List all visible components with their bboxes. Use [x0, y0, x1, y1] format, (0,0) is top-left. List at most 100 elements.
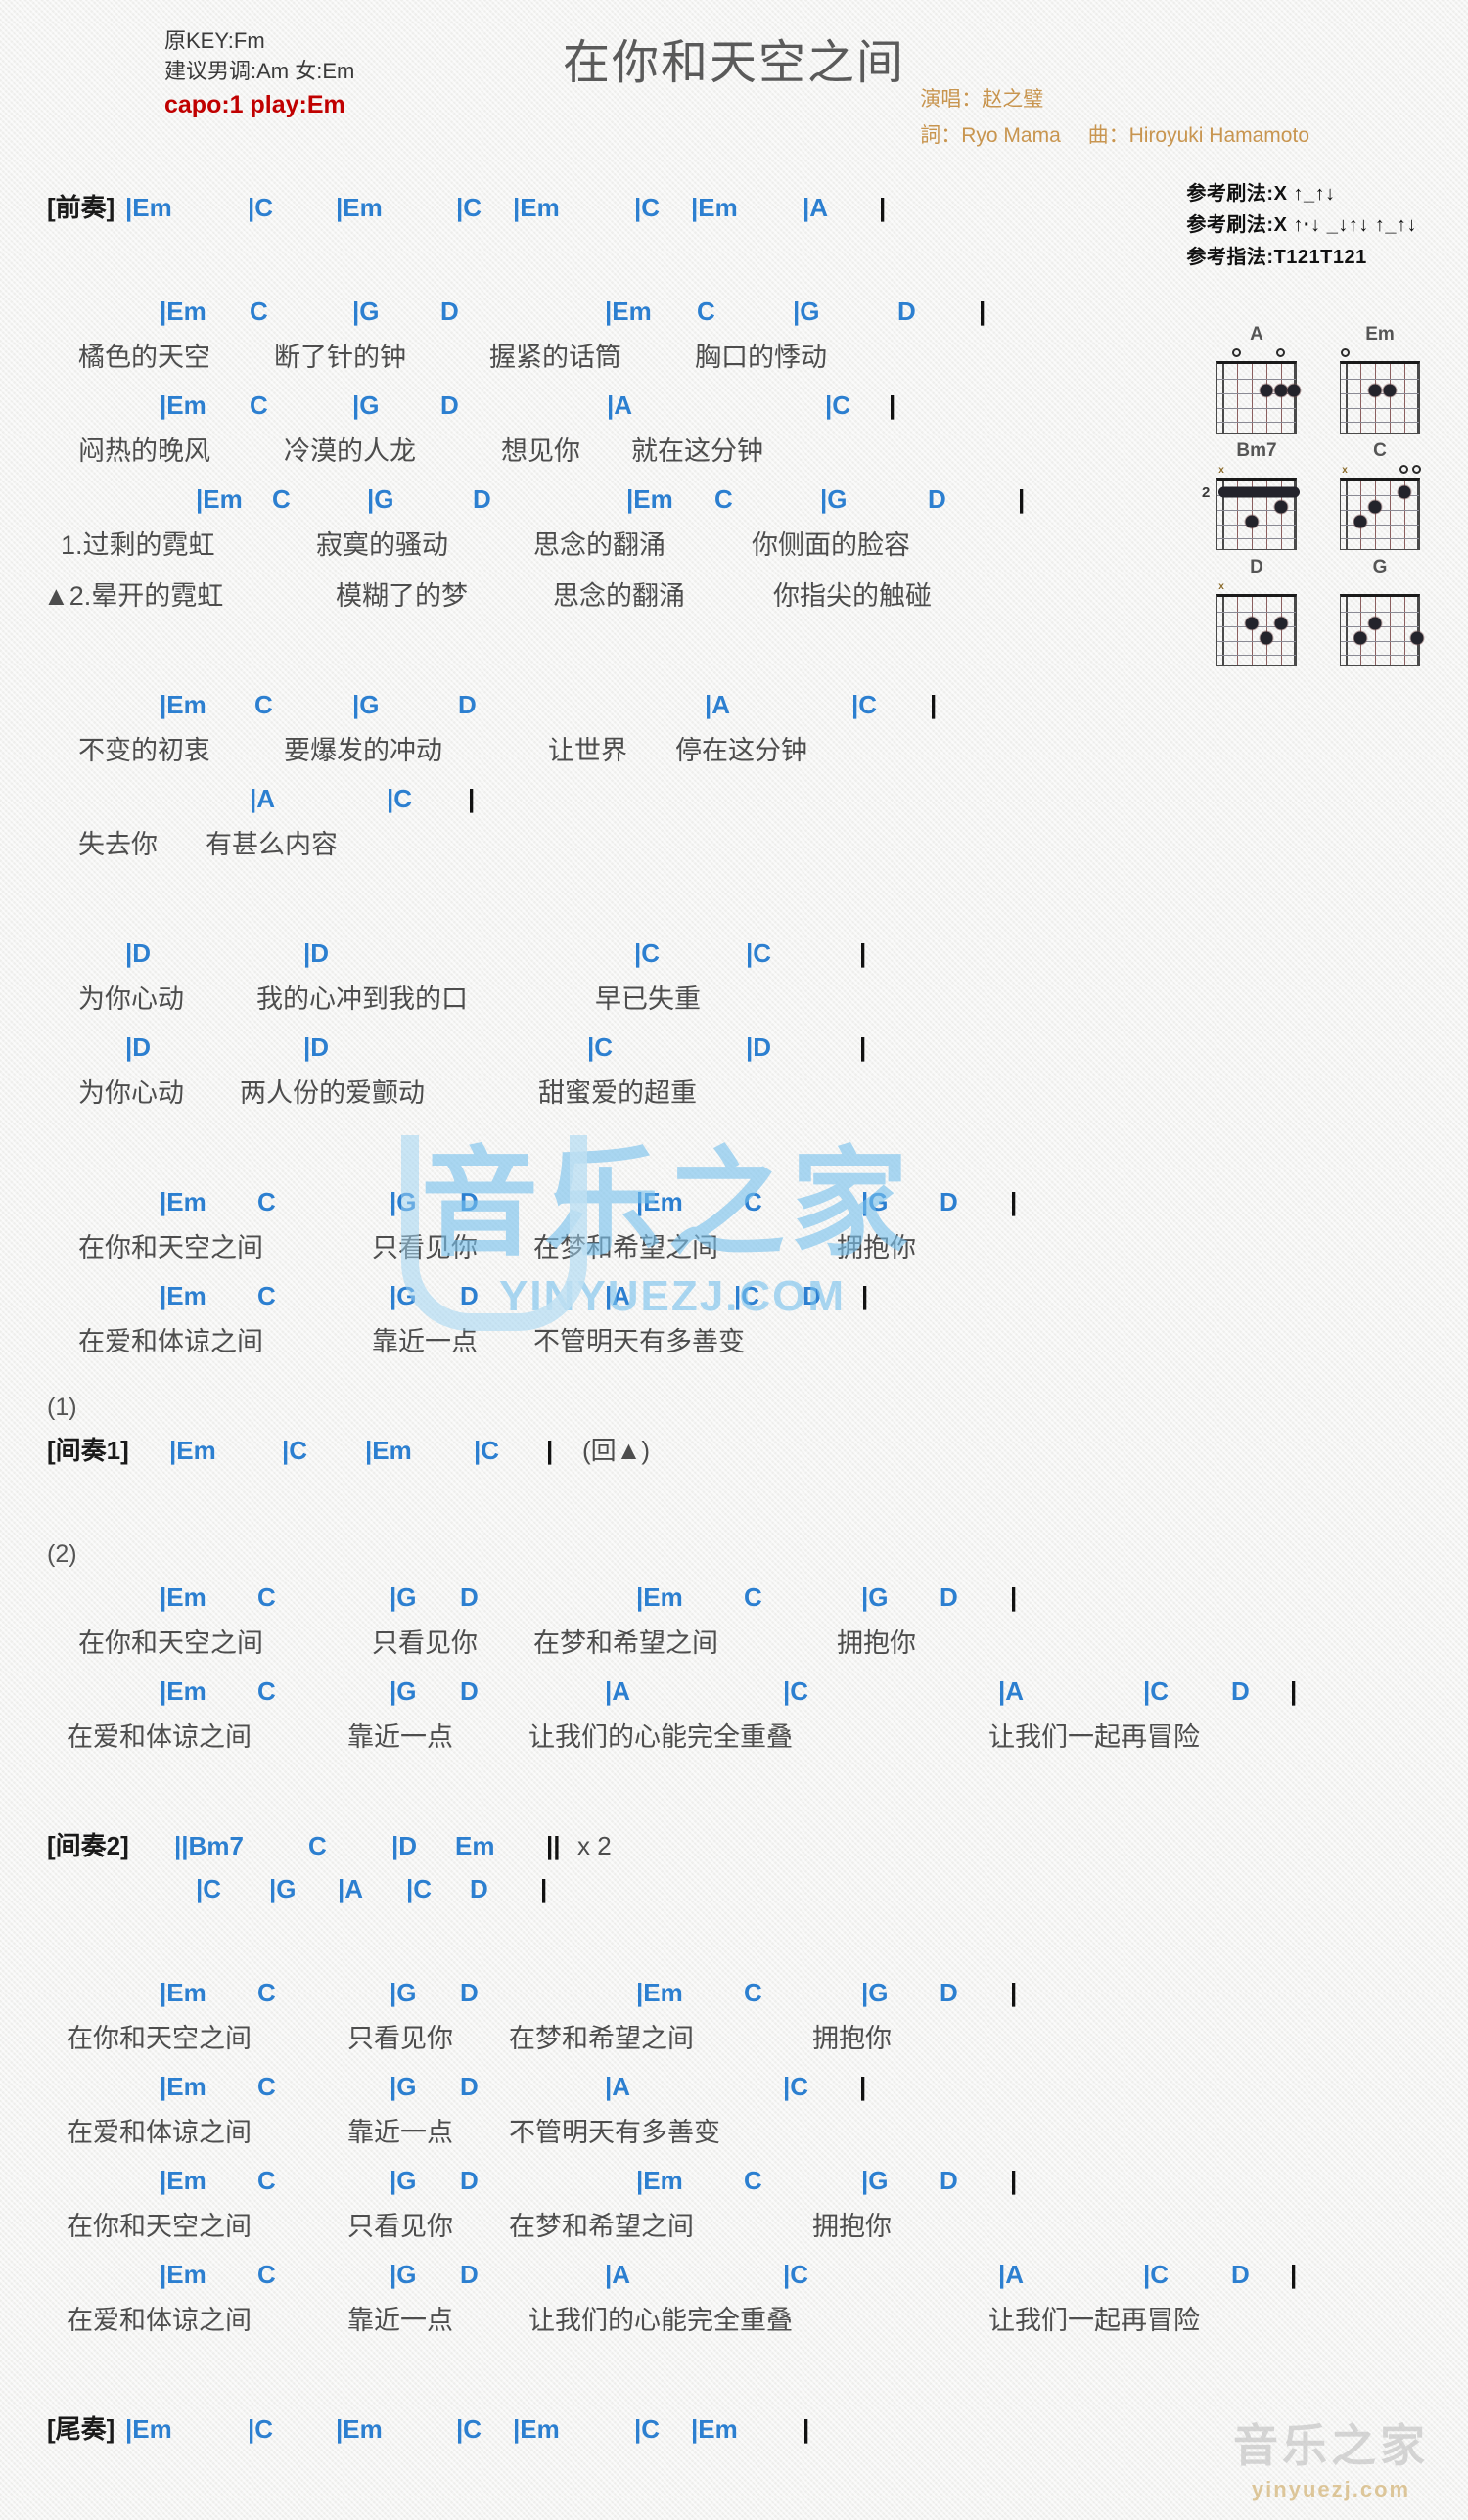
chord-symbol: |Em — [196, 484, 243, 514]
chord-symbol: |Em — [636, 1978, 683, 2007]
credits-block: 演唱：赵之璧 詞：Ryo Mama 曲：Hiroyuki Hamamoto — [920, 82, 1331, 155]
chord-diagram-row: A Em — [1206, 323, 1431, 434]
lyric-line: 不变的初衷 要爆发的冲动 让世界 停在这分钟 — [0, 726, 1155, 777]
watermark-corner-text: 音乐之家 — [1233, 2420, 1429, 2471]
chord-line: |Em C |G D |Em C |G D | — [0, 1576, 1155, 1619]
chord-symbol: |C — [783, 2260, 809, 2289]
chord-symbol: |C — [474, 1436, 500, 1465]
bar-line: | — [546, 1436, 554, 1465]
chord-symbol: |G — [390, 1281, 417, 1310]
chord-symbol: |Em — [636, 1187, 683, 1216]
chord-symbol: |Em — [160, 1281, 206, 1310]
chord-symbol: |Em — [169, 1436, 216, 1465]
lyric-text: 拥抱你 — [837, 1628, 916, 1658]
bar-line: | — [1010, 1187, 1018, 1216]
lyric-text: 甜蜜爱的超重 — [538, 1078, 697, 1108]
open-string-marks: x — [1216, 463, 1297, 478]
chord-symbol: C — [257, 1676, 276, 1706]
lyric-text: 闷热的晚风 — [78, 436, 210, 466]
chord-symbol: |G — [352, 690, 380, 719]
fretboard — [1216, 361, 1301, 434]
chord-symbol: |Em — [691, 193, 738, 222]
chord-symbol: |C — [783, 1676, 809, 1706]
lyric-text: 拥抱你 — [812, 2212, 892, 2241]
lyric-text: 不管明天有多善变 — [509, 2118, 720, 2147]
chord-symbol: |G — [390, 2260, 417, 2289]
chord-symbol: |G — [367, 484, 394, 514]
capo-info: capo:1 play:Em — [164, 91, 345, 119]
fretboard — [1340, 361, 1420, 434]
bar-line: | — [803, 2414, 810, 2444]
fret-line — [1341, 641, 1419, 643]
chord-symbol: D — [460, 2072, 479, 2101]
section-label: [前奏] — [47, 193, 115, 222]
chord-symbol: |C — [456, 193, 482, 222]
fretboard: 2 — [1202, 478, 1300, 550]
chord-symbol: |Em — [125, 2414, 172, 2444]
lyric-text: 胸口的悸动 — [695, 343, 827, 372]
bar-line: | — [1010, 1978, 1018, 2007]
lyric-text: 在爱和体谅之间 — [67, 2306, 252, 2335]
chord-line: [间奏1] |Em |C |Em |C | (回▲) — [0, 1429, 1155, 1472]
lyric-line: 闷热的晚风 冷漠的人龙 想见你 就在这分钟 — [0, 427, 1155, 478]
fretboard — [1216, 594, 1297, 666]
chord-symbol: |Em — [160, 1676, 206, 1706]
barre-marker — [1218, 486, 1300, 498]
lyric-text: 让世界 — [548, 736, 627, 765]
section-label: [间奏1] — [47, 1436, 129, 1465]
finger-dot — [1260, 631, 1273, 645]
lyric-line: ▲2.晕开的霓虹 模糊了的梦 思念的翻涌 你指尖的触碰 — [0, 572, 1155, 622]
chord-symbol: |Em — [160, 390, 206, 420]
song-section-bridge-d: |D |D |C |C | 为你心动 我的心冲到我的口 早已失重 |D |D |C |D | 为你心动 两人… — [0, 932, 1155, 1180]
chord-symbol: |C — [1143, 1676, 1170, 1706]
lyric-line: 在你和天空之间 只看见你 在梦和希望之间 拥抱你 — [0, 1223, 1155, 1274]
chord-symbol: D — [928, 484, 946, 514]
chord-symbol: |C — [851, 690, 878, 719]
lyric-text: 在梦和希望之间 — [533, 1628, 718, 1658]
lyric-text: 要爆发的冲动 — [284, 736, 442, 765]
fret-line — [1341, 612, 1419, 614]
chord-symbol: C — [744, 2166, 762, 2195]
chord-symbol: |Em — [160, 1582, 206, 1612]
chord-line: |D |D |C |C | — [0, 932, 1155, 975]
chord-symbol: |A — [607, 390, 633, 420]
song-section-interlude2: [间奏2] ||Bm7 C |D Em || x 2 |C |G |A |C D | — [0, 1824, 1155, 1971]
chord-symbol: |D — [391, 1831, 418, 1860]
lyric-line: 为你心动 两人份的爱颤动 甜蜜爱的超重 — [0, 1069, 1155, 1120]
fret-line — [1341, 379, 1419, 381]
chord-symbol: D — [470, 1874, 488, 1903]
finger-dot — [1245, 515, 1259, 528]
chord-symbol: |Em — [636, 2166, 683, 2195]
chord-diagram-name: C — [1373, 440, 1387, 461]
chord-symbol: |C — [282, 1436, 308, 1465]
lyric-line: 在爱和体谅之间 靠近一点 让我们的心能完全重叠 让我们一起再冒险 — [0, 1713, 1200, 1764]
open-string-marks — [1340, 579, 1420, 594]
chord-symbol: C — [257, 1582, 276, 1612]
chord-line: [尾奏] |Em |C |Em |C |Em |C |Em | — [0, 2407, 1155, 2451]
chord-symbol: |A — [998, 2260, 1025, 2289]
strum-pattern-2: 参考刷法:X ↑·↓ _↓↑↓ ↑_↑↓ — [1186, 214, 1417, 237]
finger-dot — [1245, 617, 1259, 630]
chord-symbol: |G — [390, 2072, 417, 2101]
finger-dot — [1368, 384, 1382, 397]
lyric-text: 你指尖的触碰 — [773, 581, 932, 611]
fret-line — [1217, 655, 1296, 657]
lyric-text: 在爱和体谅之间 — [67, 2118, 252, 2147]
lyric-text: 握紧的话筒 — [489, 343, 621, 372]
chord-diagram-panel: A Em Bm7 x 2 Cx Dx G — [1202, 323, 1431, 672]
finger-dot — [1274, 384, 1288, 397]
chord-symbol: |G — [352, 297, 380, 326]
open-string-marks — [1216, 346, 1297, 361]
finger-dot — [1260, 384, 1273, 397]
chord-symbol: |G — [390, 1582, 417, 1612]
lyric-text: 两人份的爱颤动 — [240, 1078, 425, 1108]
chord-symbol: |Em — [605, 297, 652, 326]
lyric-text: 在爱和体谅之间 — [78, 1327, 263, 1356]
chord-symbol: |Em — [336, 193, 383, 222]
chord-symbol: |G — [390, 2166, 417, 2195]
chord-diagram-row: Dx G — [1206, 556, 1431, 666]
lyric-text: 在梦和希望之间 — [509, 2024, 694, 2053]
finger-dot — [1368, 617, 1382, 630]
chord-line: |Em C |G D |Em C |G D | — [0, 1971, 1155, 2014]
finger-dot — [1274, 500, 1288, 514]
